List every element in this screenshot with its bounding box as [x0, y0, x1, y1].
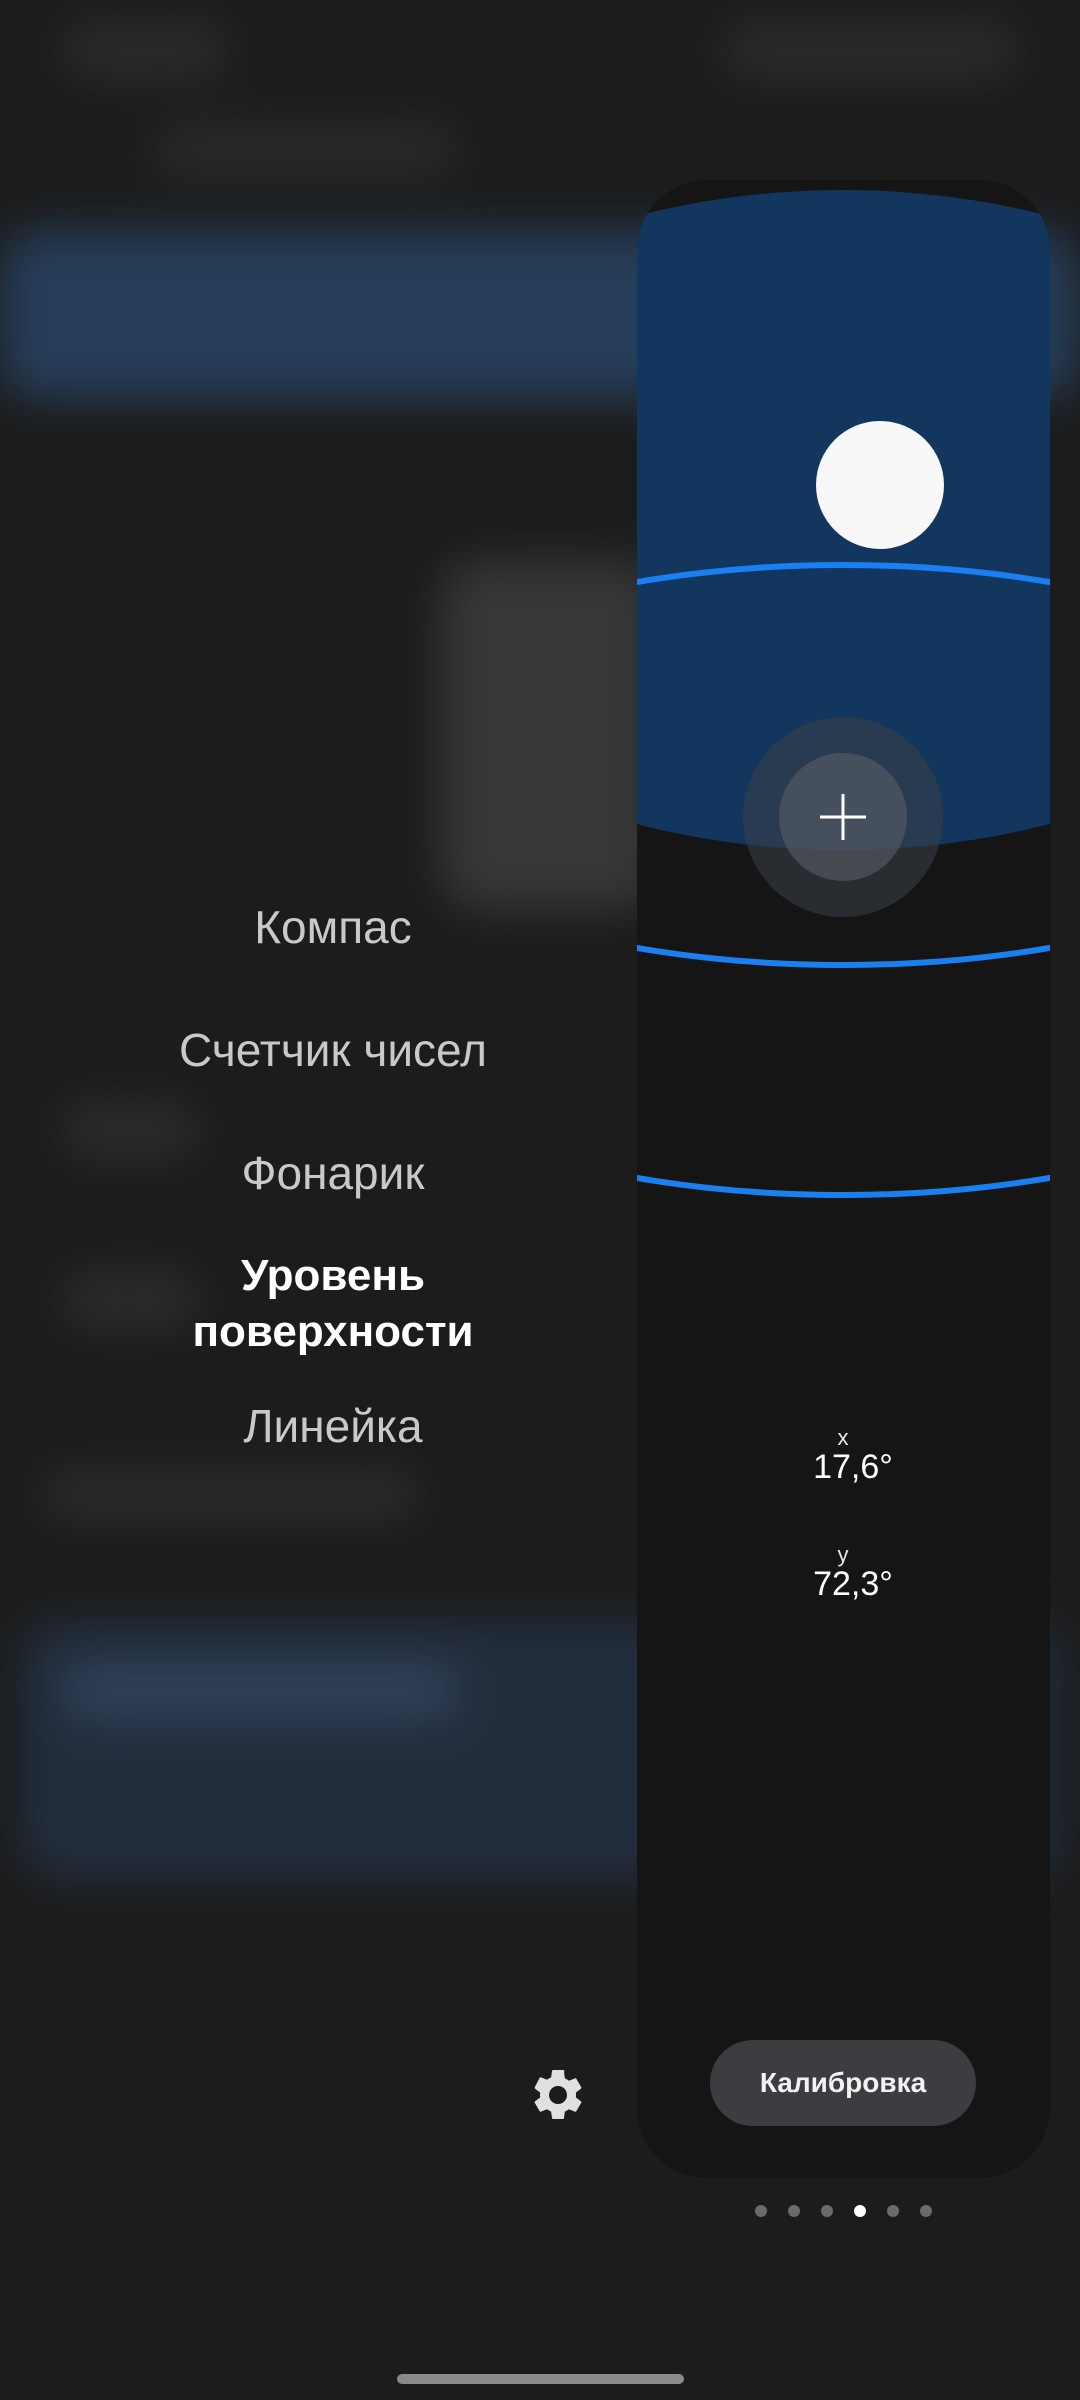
page-dot[interactable] — [788, 2205, 800, 2217]
level-panel: x 17,6° y 72,3° Калибровка — [637, 180, 1050, 2178]
screen: Компас Счетчик чисел Фонарик Уровень пов… — [0, 0, 1080, 2400]
page-dot[interactable] — [920, 2205, 932, 2217]
calibrate-button[interactable]: Калибровка — [710, 2040, 976, 2126]
page-dot[interactable] — [887, 2205, 899, 2217]
menu-item-compass[interactable]: Компас — [0, 899, 666, 955]
menu-item-surface-level[interactable]: Уровень поверхности — [0, 1248, 666, 1360]
page-dot[interactable] — [821, 2205, 833, 2217]
settings-button[interactable] — [528, 2065, 588, 2125]
menu-item-number-counter[interactable]: Счетчик чисел — [0, 1022, 666, 1078]
page-dot[interactable] — [755, 2205, 767, 2217]
home-indicator[interactable] — [397, 2374, 684, 2384]
x-angle-value: 17,6° — [813, 1448, 893, 1486]
menu-item-ruler[interactable]: Линейка — [0, 1398, 666, 1454]
page-dot[interactable] — [854, 2205, 866, 2217]
menu-item-flashlight[interactable]: Фонарик — [0, 1145, 666, 1201]
y-angle-value: 72,3° — [813, 1565, 893, 1603]
level-graphic — [637, 190, 1050, 2178]
page-indicator[interactable] — [755, 2205, 932, 2217]
level-bubble — [816, 421, 944, 549]
gear-icon — [534, 2069, 582, 2119]
